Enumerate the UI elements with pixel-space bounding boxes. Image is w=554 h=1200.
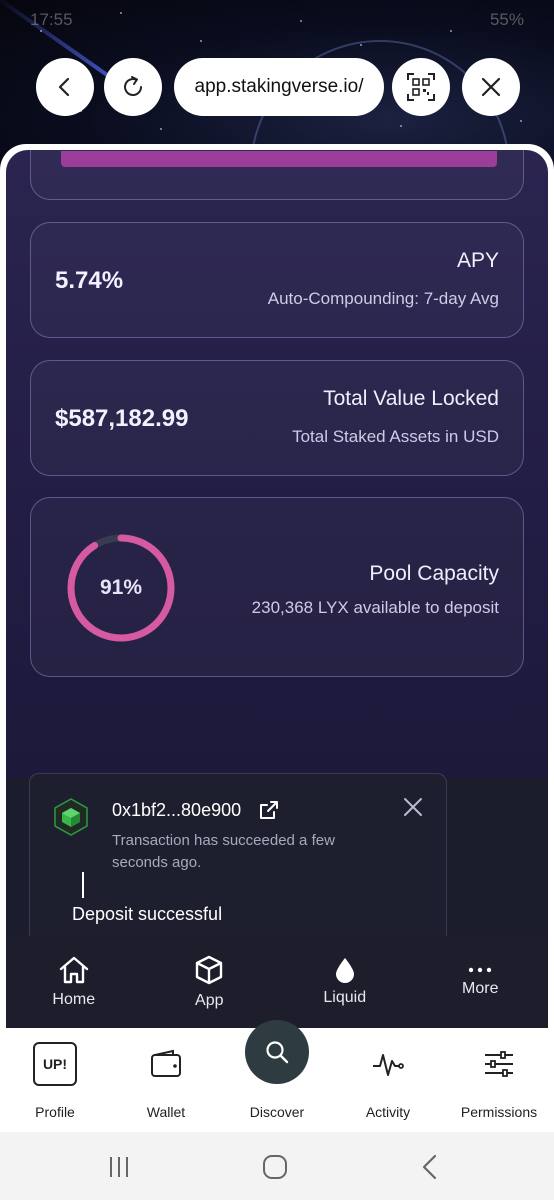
apy-card: 5.74% APY Auto-Compounding: 7-day Avg [30,222,524,338]
back-nav-icon[interactable] [416,1152,446,1182]
webview: 5.74% APY Auto-Compounding: 7-day Avg $5… [0,144,554,1028]
reload-button[interactable] [104,58,162,116]
status-battery: 55% [489,10,524,29]
up-profile-icon: UP! [33,1042,77,1086]
activity-icon [373,1054,404,1076]
transaction-toast: 0x1bf2...80e900 Transaction has succeede… [29,773,447,943]
app-nav-permissions[interactable]: Permissions [444,1028,554,1132]
pool-capacity-card: 91% Pool Capacity 230,368 LYX available … [30,497,524,677]
search-icon [266,1041,289,1064]
app-nav-profile-label: Profile [35,1104,75,1120]
home-icon [59,956,88,984]
qr-scan-button[interactable] [392,58,450,116]
close-browser-button[interactable] [462,58,520,116]
apy-subtitle: Auto-Compounding: 7-day Avg [267,289,499,308]
system-nav-bar [0,1132,554,1200]
app-nav-wallet-label: Wallet [146,1104,186,1120]
close-icon[interactable] [400,794,426,820]
home-button-icon[interactable] [260,1152,290,1182]
hexagon-cube-icon [54,798,88,836]
sliders-icon [485,1051,513,1077]
capacity-percent: 91% [99,576,143,599]
status-time: 17:55 [30,10,73,29]
cube-icon [196,955,223,985]
qr-code-icon [407,73,435,101]
discover-button[interactable] [245,1020,309,1084]
app-bottom-nav: UP! Profile Wallet Discover Activity Per… [0,1020,554,1132]
web-bottom-nav: Home App Liquid More [6,936,548,1028]
apy-value: 5.74% [55,267,124,294]
back-button[interactable] [36,58,94,116]
tvl-value: $587,182.99 [55,405,189,432]
web-nav-more-label: More [462,980,499,997]
transaction-hash[interactable]: 0x1bf2...80e900 [112,800,241,821]
capacity-subtitle: 230,368 LYX available to deposit [251,598,499,617]
deposit-status: Deposit successful [72,904,223,924]
url-field[interactable]: app.stakingverse.io/ [174,58,384,116]
previous-card [30,150,524,200]
app-nav-discover-label: Discover [249,1104,305,1120]
web-nav-home[interactable]: Home [6,936,142,1028]
action-bar[interactable] [61,151,497,167]
app-nav-permissions-label: Permissions [460,1104,538,1120]
app-nav-profile[interactable]: UP! Profile [0,1028,110,1132]
recent-apps-icon[interactable] [104,1152,134,1182]
app-nav-activity[interactable]: Activity [333,1028,443,1132]
timeline-connector [82,872,84,898]
web-nav-more[interactable]: More [413,936,549,1028]
reload-icon [124,76,142,96]
external-link-icon[interactable] [258,799,280,821]
capacity-title: Pool Capacity [369,562,499,585]
browser-bar: app.stakingverse.io/ [36,58,520,116]
web-nav-liquid-label: Liquid [323,989,367,1006]
app-nav-wallet[interactable]: Wallet [111,1028,221,1132]
apy-title: APY [456,249,499,272]
web-nav-home-label: Home [52,991,96,1008]
tvl-card: $587,182.99 Total Value Locked Total Sta… [30,360,524,476]
close-icon [481,77,501,97]
wallet-icon [151,1049,181,1077]
web-nav-app[interactable]: App [142,936,278,1028]
chevron-left-icon [58,77,70,97]
app-nav-activity-label: Activity [365,1104,411,1120]
status-bar: 17:55 55% [30,10,524,34]
tvl-title: Total Value Locked [323,387,499,410]
staking-page: 5.74% APY Auto-Compounding: 7-day Avg $5… [6,150,548,1028]
drop-icon [335,958,354,983]
web-nav-app-label: App [195,992,224,1009]
more-dots-icon [469,967,492,973]
tvl-subtitle: Total Staked Assets in USD [292,427,499,446]
web-nav-liquid[interactable]: Liquid [277,936,413,1028]
toast-message: Transaction has succeeded a few seconds … [112,832,335,871]
app-nav-discover[interactable]: Discover [222,1020,332,1132]
